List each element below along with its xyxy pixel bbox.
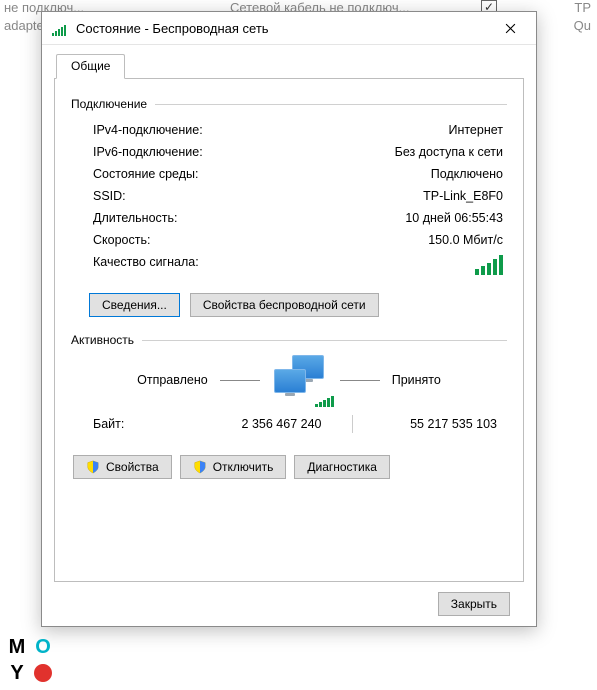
logo-letter-m: M: [6, 636, 28, 658]
row-ssid: SSID: TP-Link_E8F0: [71, 185, 507, 207]
bytes-sent-value: 2 356 467 240: [183, 417, 346, 431]
properties-button-label: Свойства: [106, 460, 159, 474]
close-icon: [505, 23, 516, 34]
moyo-logo: M O Y: [6, 636, 54, 684]
sent-label: Отправлено: [137, 373, 208, 387]
signal-quality-label: Качество сигнала:: [93, 255, 199, 275]
group-activity-label: Активность: [71, 333, 134, 347]
disable-button-label: Отключить: [213, 460, 274, 474]
ipv6-value: Без доступа к сети: [395, 145, 503, 159]
group-connection-label: Подключение: [71, 97, 147, 111]
ssid-value: TP-Link_E8F0: [423, 189, 503, 203]
group-connection-header: Подключение: [71, 97, 507, 111]
logo-letter-o: O: [32, 636, 54, 658]
ipv4-value: Интернет: [448, 123, 503, 137]
shield-icon: [86, 460, 100, 474]
properties-button[interactable]: Свойства: [73, 455, 172, 479]
bytes-received-value: 55 217 535 103: [359, 417, 504, 431]
disable-button[interactable]: Отключить: [180, 455, 287, 479]
row-bytes: Байт: 2 356 467 240 55 217 535 103: [71, 407, 507, 437]
bg-text: TP: [574, 0, 591, 15]
tabstrip: Общие: [54, 53, 524, 79]
row-duration: Длительность: 10 дней 06:55:43: [71, 207, 507, 229]
tab-content: Подключение IPv4-подключение: Интернет I…: [54, 79, 524, 582]
bg-text: Qu: [574, 18, 591, 33]
wireless-properties-button[interactable]: Свойства беспроводной сети: [190, 293, 379, 317]
tab-general[interactable]: Общие: [56, 54, 125, 79]
titlebar: Состояние - Беспроводная сеть: [42, 12, 536, 45]
bytes-label: Байт:: [93, 417, 183, 431]
row-speed: Скорость: 150.0 Мбит/с: [71, 229, 507, 251]
media-state-value: Подключено: [431, 167, 503, 181]
speed-label: Скорость:: [93, 233, 150, 247]
row-signal-quality: Качество сигнала:: [71, 251, 507, 279]
media-state-label: Состояние среды:: [93, 167, 198, 181]
row-ipv4: IPv4-подключение: Интернет: [71, 119, 507, 141]
bg-text: adapte: [4, 18, 44, 33]
duration-label: Длительность:: [93, 211, 178, 225]
dash-right-icon: [340, 380, 380, 381]
logo-letter-y: Y: [6, 662, 28, 684]
window-title: Состояние - Беспроводная сеть: [76, 21, 490, 36]
received-label: Принято: [392, 373, 441, 387]
speed-value: 150.0 Мбит/с: [428, 233, 503, 247]
shield-icon: [193, 460, 207, 474]
separator: [352, 415, 353, 433]
status-dialog: Состояние - Беспроводная сеть Общие Подк…: [41, 11, 537, 627]
diagnose-button[interactable]: Диагностика: [294, 455, 390, 479]
logo-red-circle-icon: [32, 662, 54, 684]
ssid-label: SSID:: [93, 189, 126, 203]
dash-left-icon: [220, 380, 260, 381]
row-media-state: Состояние среды: Подключено: [71, 163, 507, 185]
close-dialog-button[interactable]: Закрыть: [438, 592, 510, 616]
row-ipv6: IPv6-подключение: Без доступа к сети: [71, 141, 507, 163]
close-button[interactable]: [490, 14, 530, 42]
details-button[interactable]: Сведения...: [89, 293, 180, 317]
wifi-signal-icon: [52, 20, 68, 36]
network-computers-icon: [272, 355, 328, 405]
activity-graphic-row: Отправлено Принято: [71, 355, 507, 405]
signal-quality-icon: [475, 255, 503, 275]
ipv4-label: IPv4-подключение:: [93, 123, 203, 137]
group-activity-header: Активность: [71, 333, 507, 347]
ipv6-label: IPv6-подключение:: [93, 145, 203, 159]
duration-value: 10 дней 06:55:43: [405, 211, 503, 225]
